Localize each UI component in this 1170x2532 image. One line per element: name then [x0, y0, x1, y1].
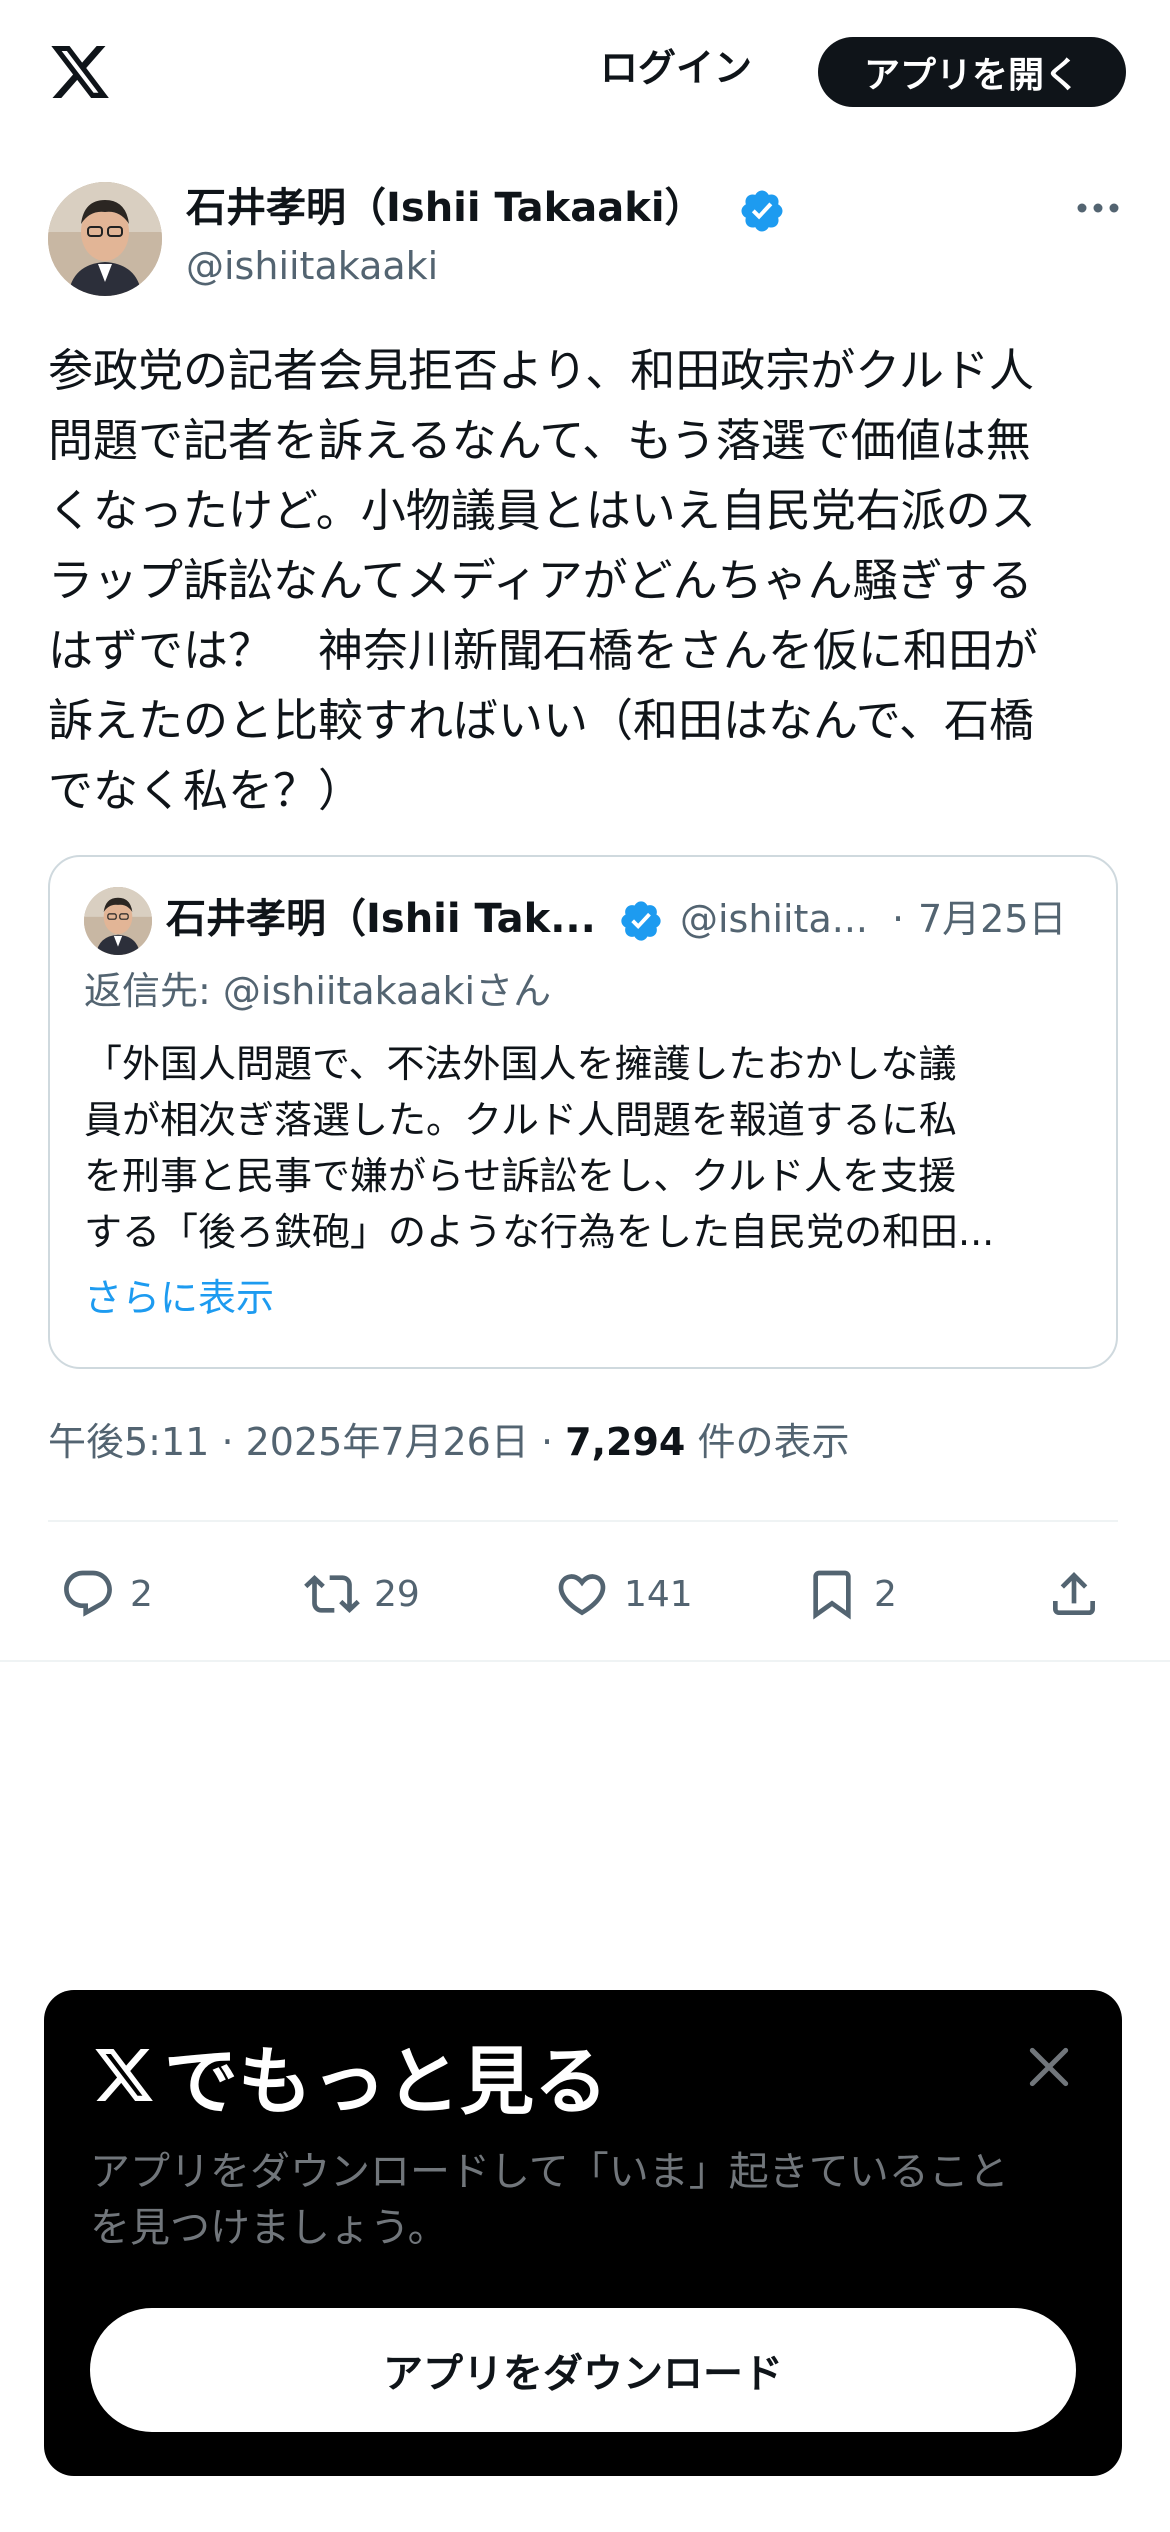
separator-dot: ·: [540, 1420, 554, 1464]
open-app-button[interactable]: アプリを開く: [818, 37, 1126, 107]
retweet-icon: [304, 1575, 360, 1613]
sheet-description-line: を見つけましょう。: [90, 2205, 448, 2251]
verified-badge-icon: [621, 901, 661, 941]
download-app-button[interactable]: アプリをダウンロード: [90, 2308, 1076, 2432]
tweet-text-line: くなったけど。小物議員とはいえ自民党右派のス: [48, 484, 1036, 537]
sheet-description-line: アプリをダウンロードして「いま」起きていること: [90, 2149, 1009, 2195]
tweet-time[interactable]: 午後5:11: [48, 1420, 209, 1464]
separator-dot: ·: [892, 897, 905, 941]
reply-icon: [64, 1570, 112, 1617]
tweet-text-line: 訴えたのと比較すればいい（和田はなんで、石橋: [48, 694, 1034, 747]
quote-author-name: 石井孝明（Ishii Tak...: [166, 896, 596, 942]
author-avatar[interactable]: [48, 182, 162, 296]
x-logo-icon: [95, 2049, 153, 2101]
tweet-date[interactable]: 2025年7月26日: [246, 1420, 529, 1464]
like-count: 141: [624, 1573, 693, 1615]
quote-text-line: する「後ろ鉄砲」のような行為をした自民党の和田...: [84, 1210, 995, 1254]
views-count: 7,294: [565, 1420, 686, 1464]
sheet-description: アプリをダウンロードして「いま」起きていること を見つけましょう。: [90, 2144, 1080, 2256]
like-icon: [558, 1574, 606, 1616]
avatar-image: [84, 887, 152, 955]
sheet-title-text: でもっと見る: [164, 2038, 608, 2125]
quote-author-avatar[interactable]: [84, 887, 152, 955]
retweet-count: 29: [374, 1573, 420, 1615]
tweet-text-line: でなく私を？）: [48, 764, 364, 817]
author-handle[interactable]: @ishiitakaaki: [186, 240, 438, 292]
more-dots-icon[interactable]: [1076, 198, 1120, 218]
tweet-meta: 午後5:11 · 2025年7月26日 · 7,294 件の表示: [48, 1416, 849, 1468]
verified-badge-icon: [741, 190, 783, 232]
sheet-title: でもっと見る: [90, 2030, 608, 2125]
divider: [48, 1520, 1118, 1522]
divider: [0, 1660, 1170, 1662]
quote-text-line: 員が相次ぎ落選した。クルド人問題を報道するに私: [84, 1098, 957, 1142]
separator-dot: ·: [221, 1420, 234, 1464]
like-button[interactable]: 141: [554, 1562, 693, 1626]
x-logo-icon[interactable]: [46, 40, 114, 104]
tweet-text-line: 参政党の記者会見拒否より、和田政宗がクルド人: [48, 344, 1034, 397]
quote-text-line: を刑事と民事で嫌がらせ訴訟をし、クルド人を支援: [84, 1154, 957, 1198]
bookmark-icon: [813, 1570, 851, 1620]
close-icon[interactable]: [1024, 2042, 1074, 2092]
bookmark-count: 2: [874, 1573, 897, 1615]
reply-button[interactable]: 2: [60, 1562, 153, 1626]
tweet-text-line: ラップ訴訟なんてメディアがどんちゃん騒ぎする: [48, 554, 1033, 607]
login-link[interactable]: ログイン: [600, 42, 752, 94]
tweet-text-line: はずでは？ 神奈川新聞石橋をさんを仮に和田が: [48, 624, 1039, 677]
retweet-button[interactable]: 29: [304, 1562, 420, 1626]
author-name[interactable]: 石井孝明（Ishii Takaaki）: [186, 182, 705, 234]
show-more-link[interactable]: さらに表示: [84, 1272, 274, 1324]
quote-date: 7月25日: [918, 897, 1067, 941]
share-icon: [1053, 1572, 1095, 1615]
avatar-image: [48, 182, 162, 296]
views-label: 件の表示: [697, 1420, 850, 1464]
quote-reply-to: 返信先: @ishiitakaakiさん: [84, 969, 552, 1013]
tweet-text: 参政党の記者会見拒否より、和田政宗がクルド人 問題で記者を訴えるなんて、もう落選…: [48, 336, 1128, 826]
bookmark-button[interactable]: 2: [804, 1562, 897, 1626]
reply-count: 2: [130, 1573, 153, 1615]
quote-text: 「外国人問題で、不法外国人を擁護したおかしな議 員が相次ぎ落選した。クルド人問題…: [84, 1036, 1094, 1260]
quote-author-handle: @ishiita...: [680, 897, 868, 941]
share-button[interactable]: [1046, 1562, 1116, 1626]
tweet-text-line: 問題で記者を訴えるなんて、もう落選で価値は無: [48, 414, 1031, 467]
quote-text-line: 「外国人問題で、不法外国人を擁護したおかしな議: [84, 1042, 957, 1086]
